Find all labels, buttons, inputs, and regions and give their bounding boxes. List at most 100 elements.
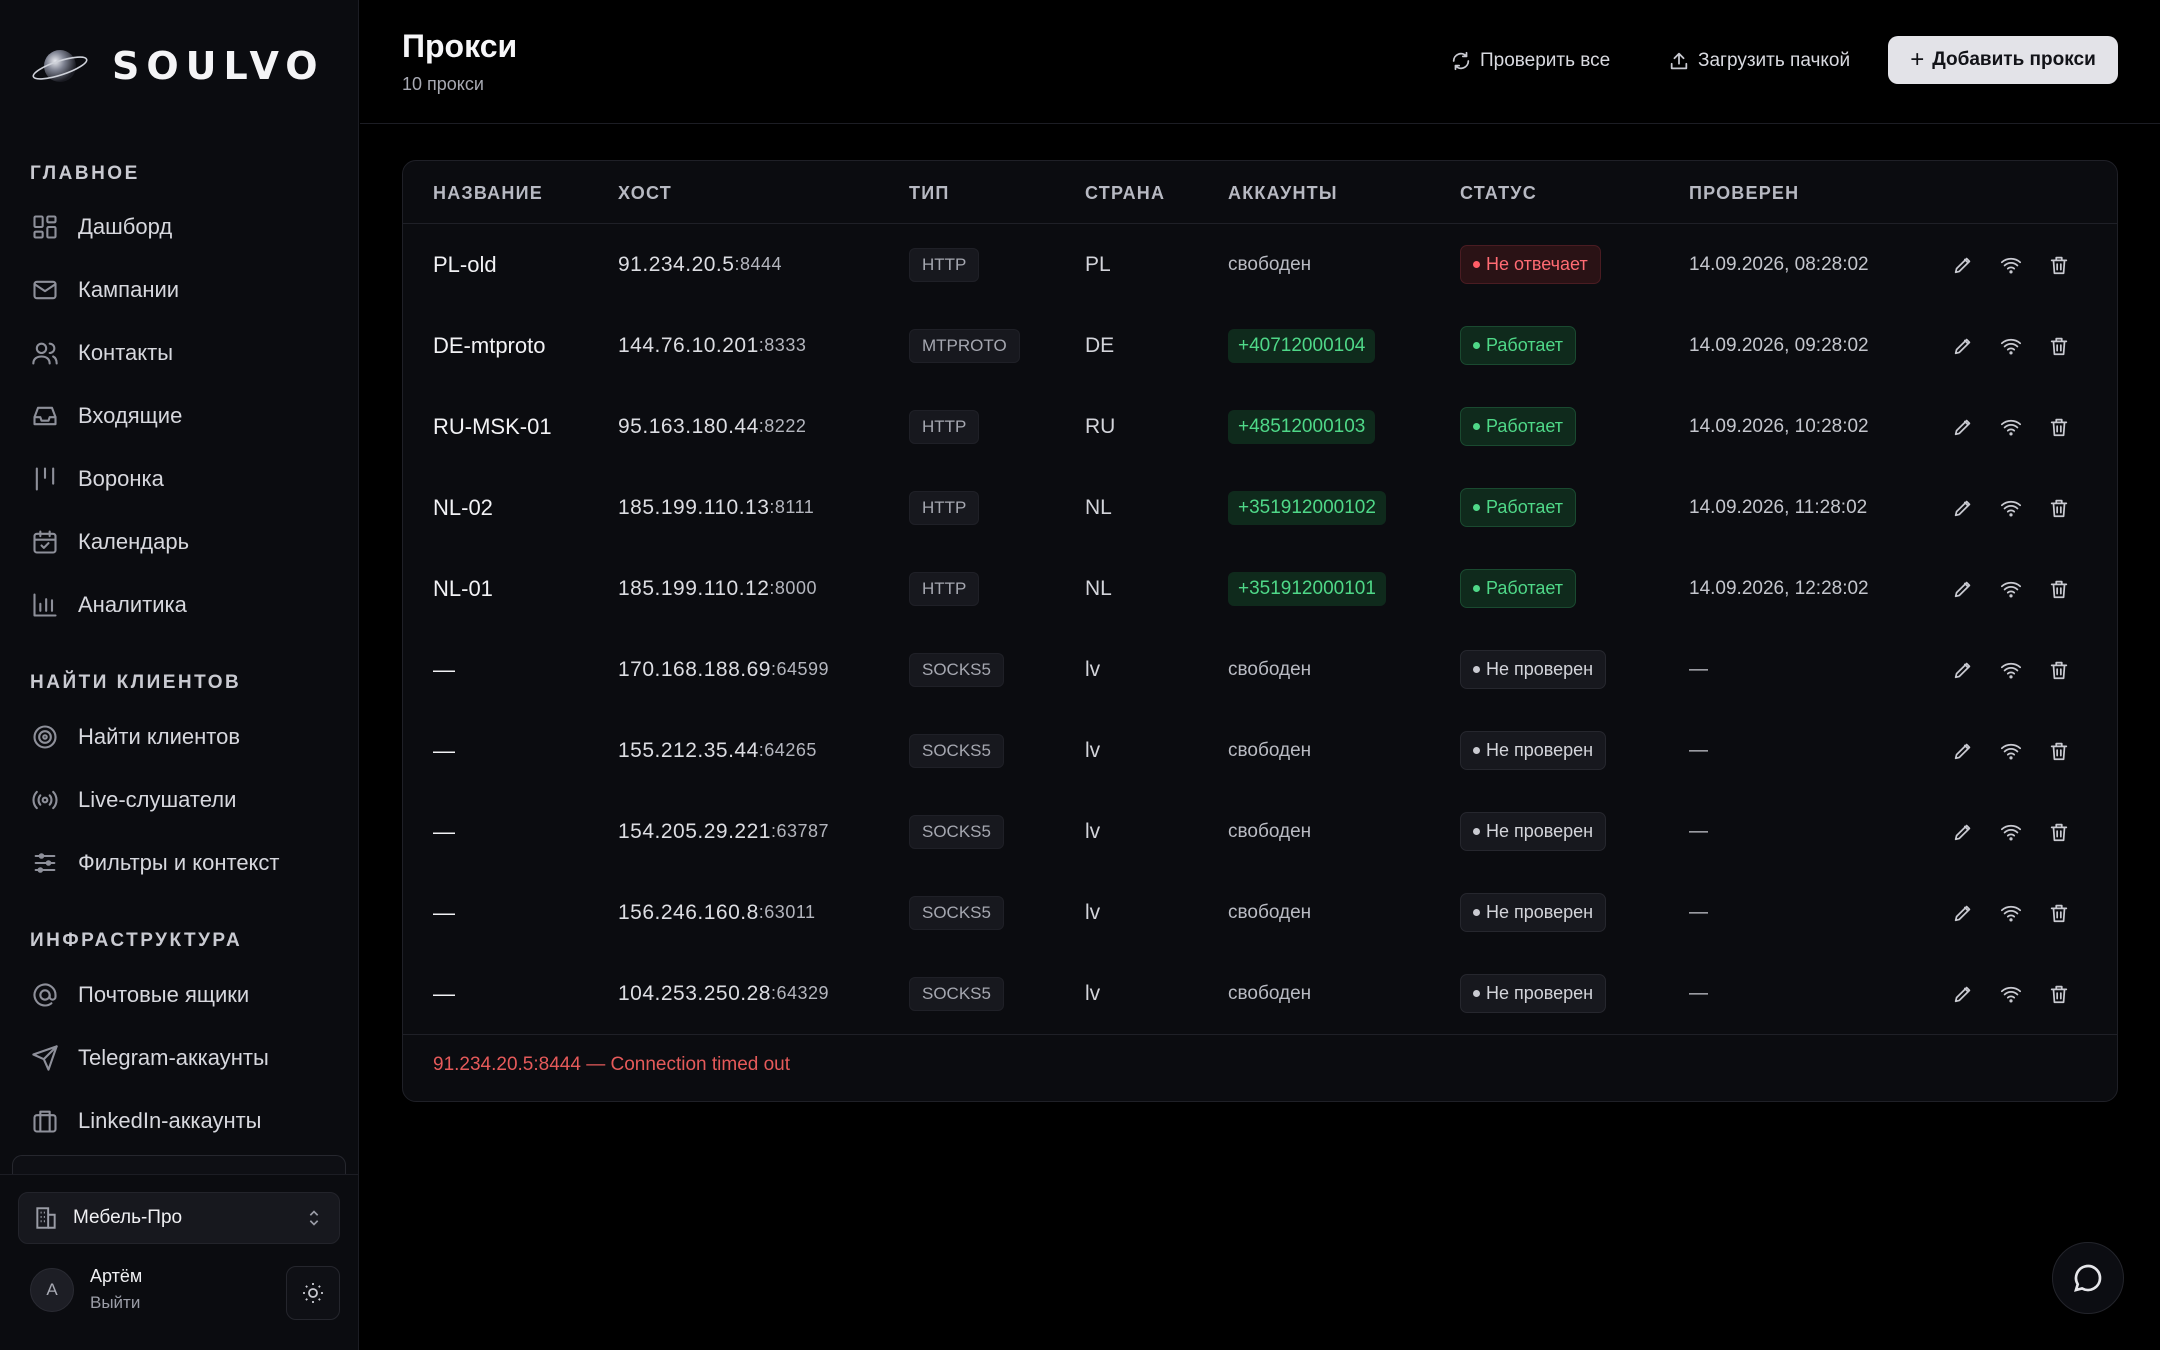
check-connection-button[interactable]	[1997, 818, 2025, 846]
trash-icon	[2050, 337, 2068, 355]
status-label: Работает	[1486, 335, 1564, 355]
nav-item-partial[interactable]	[12, 1155, 346, 1175]
delete-button[interactable]	[2045, 737, 2073, 765]
table-row[interactable]: — 170.168.188.69:64599 SOCKS5 lv свободен Не …	[403, 629, 2117, 710]
column-header-country[interactable]: СТРАНА	[1085, 183, 1165, 204]
nav-item-dashboard[interactable]: Дашборд	[30, 203, 340, 251]
check-connection-button[interactable]	[1997, 413, 2025, 441]
nav-item-filters-context[interactable]: Фильтры и контекст	[30, 839, 340, 887]
check-connection-button[interactable]	[1997, 575, 2025, 603]
nav-item-live-listeners[interactable]: Live-слушатели	[30, 776, 340, 824]
check-all-button[interactable]: Проверить все	[1450, 40, 1610, 82]
table-row[interactable]: RU-MSK-01 95.163.180.44:8222 HTTP RU +485120…	[403, 386, 2117, 467]
proxy-country: lv	[1085, 657, 1101, 681]
nav-item-campaigns[interactable]: Кампании	[30, 266, 340, 314]
proxy-country: DE	[1085, 333, 1115, 357]
proxy-type-cell: HTTP	[909, 386, 980, 467]
nav-item-inbox[interactable]: Входящие	[30, 392, 340, 440]
proxy-name: —	[433, 818, 455, 844]
table-row[interactable]: NL-02 185.199.110.13:8111 HTTP NL +351912000…	[403, 467, 2117, 548]
account-badge[interactable]: +48512000103	[1228, 409, 1376, 444]
delete-button[interactable]	[2045, 656, 2073, 684]
delete-button[interactable]	[2045, 251, 2073, 279]
proxy-type-badge: HTTP	[909, 409, 980, 444]
nav-item-telegram-accounts[interactable]: Telegram-аккаунты	[30, 1034, 340, 1082]
table-row[interactable]: — 154.205.29.221:63787 SOCKS5 lv свободен Не …	[403, 791, 2117, 872]
edit-button[interactable]	[1949, 656, 1977, 684]
check-connection-button[interactable]	[1997, 251, 2025, 279]
delete-button[interactable]	[2045, 818, 2073, 846]
edit-button[interactable]	[1949, 737, 1977, 765]
nav-item-find-clients[interactable]: Найти клиентов	[30, 713, 340, 761]
workspace-switcher[interactable]: Мебель-Про	[18, 1192, 340, 1244]
edit-button[interactable]	[1949, 332, 1977, 360]
proxy-checked-at: 14.09.2026, 12:28:02	[1689, 577, 1869, 599]
column-header-type[interactable]: ТИП	[909, 183, 949, 204]
table-footer-divider	[403, 1034, 2117, 1035]
proxy-type-badge: SOCKS5	[909, 814, 1004, 849]
nav-item-mailboxes[interactable]: Почтовые ящики	[30, 971, 340, 1019]
table-row[interactable]: NL-01 185.199.110.12:8000 HTTP NL +351912000…	[403, 548, 2117, 629]
account-badge[interactable]: +351912000101	[1228, 571, 1386, 606]
trash-icon	[2050, 823, 2068, 841]
check-connection-button[interactable]	[1997, 737, 2025, 765]
brand[interactable]: SOULVO	[30, 38, 325, 94]
column-header-host[interactable]: ХОСТ	[618, 183, 672, 204]
delete-button[interactable]	[2045, 413, 2073, 441]
check-connection-button[interactable]	[1997, 332, 2025, 360]
delete-button[interactable]	[2045, 980, 2073, 1008]
edit-button[interactable]	[1949, 251, 1977, 279]
proxy-port: :8333	[758, 335, 807, 355]
add-proxy-button[interactable]: + Добавить прокси	[1888, 36, 2118, 84]
row-actions	[1949, 305, 2093, 386]
table-row[interactable]: — 156.246.160.8:63011 SOCKS5 lv свободен Не п…	[403, 872, 2117, 953]
table-row[interactable]: PL-old 91.234.20.5:8444 HTTP PL свободен Не о…	[403, 224, 2117, 305]
column-header-name[interactable]: НАЗВАНИЕ	[433, 183, 543, 204]
delete-button[interactable]	[2045, 332, 2073, 360]
nav-item-calendar[interactable]: Календарь	[30, 518, 340, 566]
proxy-port: :8000	[769, 578, 817, 598]
wifi-icon	[2000, 419, 2022, 435]
account-badge[interactable]: +40712000104	[1228, 328, 1376, 363]
column-header-accounts[interactable]: АККАУНТЫ	[1228, 183, 1338, 204]
proxy-type-cell: SOCKS5	[909, 953, 1004, 1034]
check-connection-button[interactable]	[1997, 494, 2025, 522]
logout-link[interactable]: Выйти	[90, 1293, 142, 1313]
edit-button[interactable]	[1949, 494, 1977, 522]
column-header-status[interactable]: СТАТУС	[1460, 183, 1537, 204]
account-badge[interactable]: +351912000102	[1228, 490, 1386, 525]
edit-button[interactable]	[1949, 413, 1977, 441]
check-connection-button[interactable]	[1997, 656, 2025, 684]
pencil-icon	[1954, 743, 1971, 759]
delete-button[interactable]	[2045, 899, 2073, 927]
delete-button[interactable]	[2045, 575, 2073, 603]
check-connection-button[interactable]	[1997, 980, 2025, 1008]
theme-toggle-button[interactable]	[286, 1266, 340, 1320]
check-connection-button[interactable]	[1997, 899, 2025, 927]
row-actions	[1949, 791, 2093, 872]
wifi-icon	[2000, 338, 2022, 354]
status-label: Не проверен	[1486, 902, 1594, 922]
upload-batch-button[interactable]: Загрузить пачкой	[1668, 40, 1850, 82]
column-header-checked[interactable]: ПРОВЕРЕН	[1689, 183, 1799, 204]
avatar[interactable]: А	[30, 1267, 74, 1312]
edit-button[interactable]	[1949, 980, 1977, 1008]
edit-button[interactable]	[1949, 818, 1977, 846]
nav-item-label: Аналитика	[78, 592, 187, 617]
edit-button[interactable]	[1949, 575, 1977, 603]
table-row[interactable]: DE-mtproto 144.76.10.201:8333 MTPROTO DE +40…	[403, 305, 2117, 386]
chat-button[interactable]	[2052, 1242, 2124, 1314]
chart-icon	[30, 590, 60, 620]
row-actions	[1949, 467, 2093, 548]
edit-button[interactable]	[1949, 899, 1977, 927]
nav-item-analytics[interactable]: Аналитика	[30, 581, 340, 629]
nav-item-contacts[interactable]: Контакты	[30, 329, 340, 377]
nav-item-linkedin-accounts[interactable]: LinkedIn-аккаунты	[30, 1097, 340, 1145]
table-row[interactable]: — 155.212.35.44:64265 SOCKS5 lv свободен Не п…	[403, 710, 2117, 791]
proxy-account-cell: свободен	[1228, 224, 1311, 305]
status-dot-icon	[1473, 342, 1480, 349]
nav-item-funnel[interactable]: Воронка	[30, 455, 340, 503]
nav-item-label: Дашборд	[78, 214, 173, 239]
delete-button[interactable]	[2045, 494, 2073, 522]
table-row[interactable]: — 104.253.250.28:64329 SOCKS5 lv свободен Не …	[403, 953, 2117, 1034]
